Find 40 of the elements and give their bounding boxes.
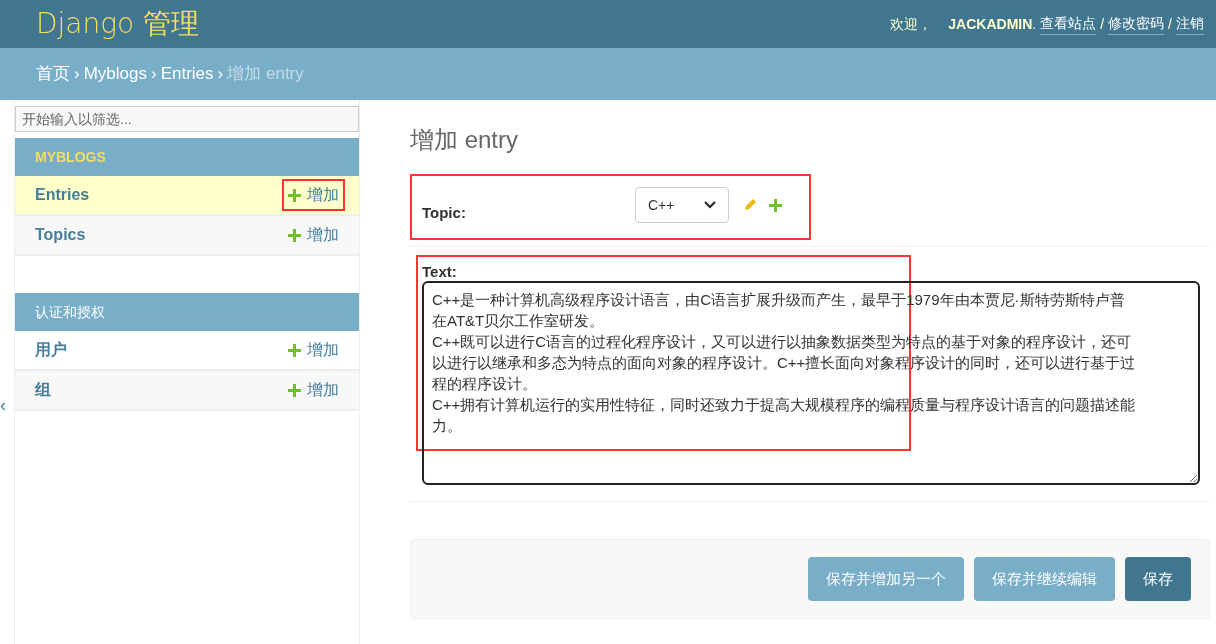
save-button[interactable]: 保存并继续编辑 — [974, 557, 1115, 601]
separator-text: › — [74, 63, 80, 86]
plus-icon — [288, 343, 301, 357]
site-title[interactable]: Django 管理 — [36, 3, 200, 45]
field-label: Text: — [422, 262, 458, 281]
add-link[interactable]: 增加 — [282, 219, 345, 251]
topic-select[interactable]: C++ — [635, 187, 729, 223]
save-button[interactable]: 保存并增加另一个 — [808, 557, 964, 601]
separator-text: / — [1100, 14, 1105, 34]
sidebar-toggle[interactable]: ‹ — [0, 392, 6, 419]
plus-icon — [288, 383, 301, 397]
add-link[interactable]: 增加 — [282, 374, 345, 406]
breadcrumb-link[interactable]: Entries — [160, 61, 214, 87]
field-label: Topic: — [422, 202, 467, 223]
welcome-text: 欢迎， — [890, 14, 933, 34]
chevron-icon — [704, 201, 716, 209]
model-link[interactable]: 组 — [35, 378, 51, 402]
period-text: . — [1032, 14, 1037, 34]
model-link[interactable]: 用户 — [35, 338, 67, 362]
header-link[interactable]: 修改密码 — [1108, 13, 1165, 35]
separator-text: / — [1168, 14, 1172, 34]
plus-icon[interactable] — [769, 198, 782, 212]
add-link[interactable]: 增加 — [282, 334, 345, 366]
model-link[interactable]: Topics — [35, 223, 86, 247]
app-header[interactable]: 认证和授权 — [15, 293, 359, 331]
save-button[interactable]: 保存 — [1125, 557, 1191, 601]
separator-text: › — [151, 63, 157, 86]
plus-icon — [288, 228, 301, 242]
breadcrumb-link[interactable]: 首页 — [36, 61, 70, 87]
breadcrumb-link[interactable]: Myblogs — [83, 61, 147, 87]
pencil-icon[interactable] — [743, 198, 757, 212]
breadcrumb-text: 增加 entry — [227, 63, 304, 86]
filter-field[interactable]: 开始输入以筛选... — [15, 106, 359, 132]
plus-icon — [288, 188, 301, 202]
page-title: 增加 entry — [410, 125, 520, 155]
separator-text: › — [217, 63, 224, 86]
model-link[interactable]: Entries — [35, 183, 90, 207]
header-link[interactable]: 注销 — [1176, 13, 1204, 35]
header-link[interactable]: 查看站点 — [1040, 13, 1097, 35]
add-link[interactable]: 增加 — [282, 179, 345, 211]
